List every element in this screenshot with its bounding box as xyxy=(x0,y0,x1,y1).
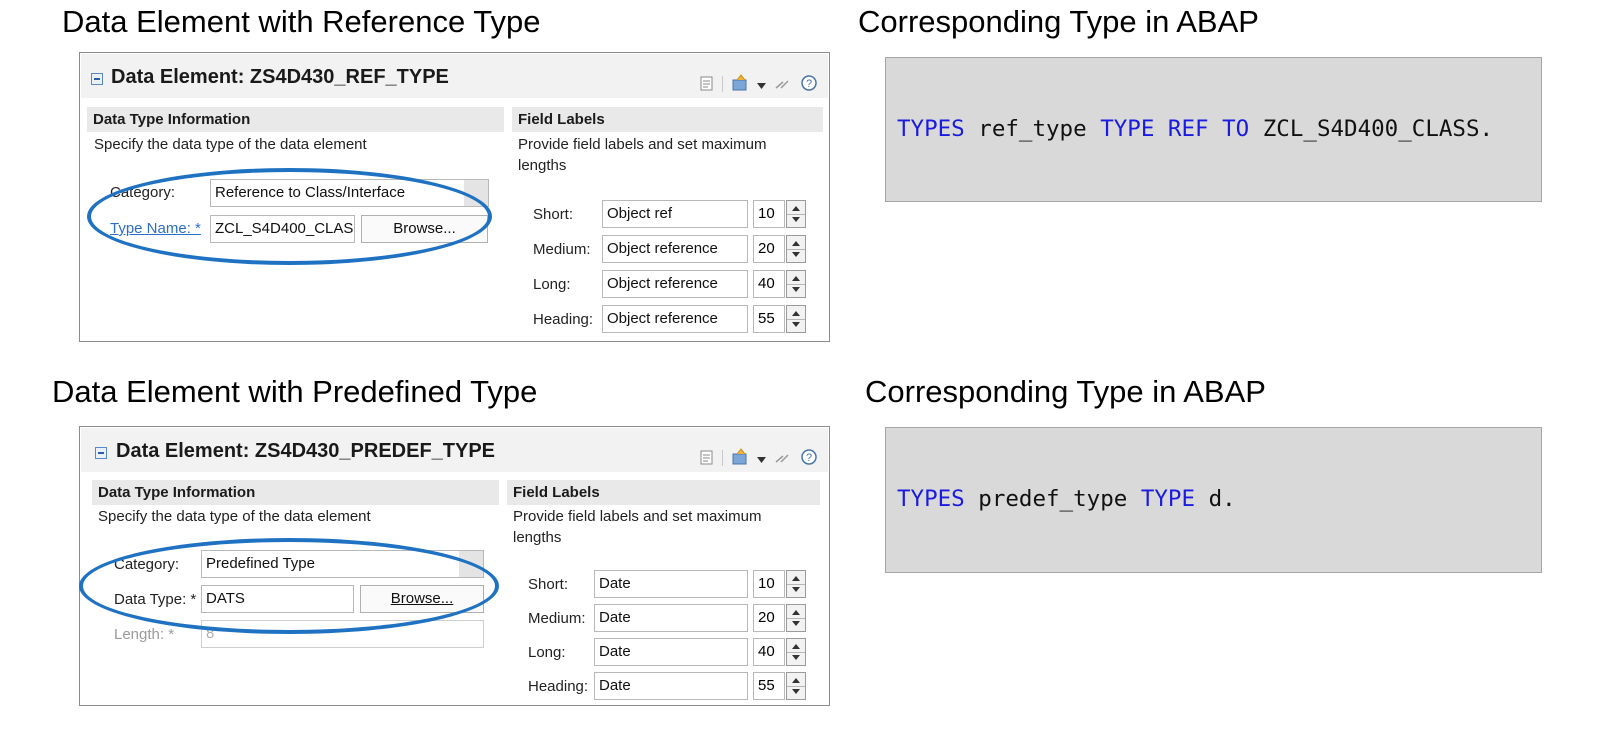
collapse-icon[interactable] xyxy=(91,73,103,85)
field-labels-header: Field Labels xyxy=(512,107,823,132)
long-input[interactable]: Date xyxy=(594,638,748,666)
chevron-down-icon[interactable] xyxy=(459,551,483,577)
heading-length-input[interactable]: 55 xyxy=(753,305,785,333)
long-input[interactable]: Object reference xyxy=(602,270,748,298)
code-keyword: TYPE xyxy=(1140,486,1196,512)
short-input[interactable]: Object ref xyxy=(602,200,748,228)
share-icon[interactable] xyxy=(731,74,751,95)
link-icon[interactable] xyxy=(775,76,791,93)
short-label: Short: xyxy=(528,576,569,593)
length-label: Length: * xyxy=(114,626,175,643)
medium-length-input[interactable]: 20 xyxy=(753,235,785,263)
data-type-info-header: Data Type Information xyxy=(87,107,504,132)
category-select[interactable]: Reference to Class/Interface xyxy=(210,179,489,207)
predef-data-element-editor: Data Element: ZS4D430_PREDEF_TYPE ? Data… xyxy=(79,426,830,706)
field-labels-description: Provide field labels and set maximum len… xyxy=(518,136,767,174)
predef-abap-heading: Corresponding Type in ABAP xyxy=(865,374,1266,409)
ref-abap-heading: Corresponding Type in ABAP xyxy=(858,4,1259,39)
data-type-input[interactable]: DATS xyxy=(201,585,354,613)
code-token: ref_type xyxy=(964,116,1101,142)
code-token: d. xyxy=(1195,486,1236,512)
category-label: Category: xyxy=(110,184,176,201)
short-length-input[interactable]: 10 xyxy=(753,200,785,228)
medium-label: Medium: xyxy=(533,241,591,258)
help-icon[interactable]: ? xyxy=(800,74,818,95)
code-keyword: TYPE REF TO xyxy=(1100,116,1250,142)
editor-header: Data Element: ZS4D430_REF_TYPE ? xyxy=(81,54,828,98)
medium-length-input[interactable]: 20 xyxy=(753,604,785,632)
length-input: 8 xyxy=(201,620,484,648)
code-token: predef_type xyxy=(964,486,1141,512)
heading-label: Heading: xyxy=(533,311,594,328)
browse-button[interactable]: Browse... xyxy=(360,585,484,613)
data-type-info-header: Data Type Information xyxy=(92,480,499,505)
predef-abap-code-box: TYPES predef_type TYPE d. xyxy=(885,427,1542,573)
medium-label: Medium: xyxy=(528,610,586,627)
short-length-spinner[interactable] xyxy=(786,570,806,598)
editor-title: Data Element: ZS4D430_REF_TYPE xyxy=(111,66,449,88)
medium-length-spinner[interactable] xyxy=(786,604,806,632)
format-icon[interactable] xyxy=(699,450,715,469)
dropdown-icon[interactable] xyxy=(757,78,767,93)
short-length-spinner[interactable] xyxy=(786,200,806,228)
ref-section-heading: Data Element with Reference Type xyxy=(62,4,541,39)
field-labels-header: Field Labels xyxy=(507,480,820,505)
browse-button[interactable]: Browse... xyxy=(361,215,488,243)
svg-text:?: ? xyxy=(806,78,812,90)
predef-abap-code: TYPES predef_type TYPE d. xyxy=(897,486,1236,512)
heading-input[interactable]: Date xyxy=(594,672,748,700)
editor-title: Data Element: ZS4D430_PREDEF_TYPE xyxy=(116,440,496,462)
code-token: ZCL_S4D400_CLASS. xyxy=(1249,116,1494,142)
short-input[interactable]: Date xyxy=(594,570,748,598)
collapse-icon[interactable] xyxy=(95,447,107,459)
long-label: Long: xyxy=(528,644,566,661)
help-icon[interactable]: ? xyxy=(800,448,818,469)
long-length-input[interactable]: 40 xyxy=(753,638,785,666)
medium-input[interactable]: Object reference xyxy=(602,235,748,263)
long-length-input[interactable]: 40 xyxy=(753,270,785,298)
heading-length-input[interactable]: 55 xyxy=(753,672,785,700)
data-type-description: Specify the data type of the data elemen… xyxy=(98,508,371,525)
data-type-description: Specify the data type of the data elemen… xyxy=(94,136,367,153)
category-select[interactable]: Predefined Type xyxy=(201,550,484,578)
heading-length-spinner[interactable] xyxy=(786,672,806,700)
type-name-link[interactable]: Type Name: * xyxy=(110,220,201,237)
data-type-label: Data Type: * xyxy=(114,591,197,608)
ref-data-element-editor: Data Element: ZS4D430_REF_TYPE ? Data Ty… xyxy=(79,52,830,342)
medium-input[interactable]: Date xyxy=(594,604,748,632)
dropdown-icon[interactable] xyxy=(757,452,767,467)
code-keyword: TYPES xyxy=(897,486,965,512)
long-length-spinner[interactable] xyxy=(786,270,806,298)
predef-section-heading: Data Element with Predefined Type xyxy=(52,374,538,409)
link-icon[interactable] xyxy=(775,450,791,467)
medium-length-spinner[interactable] xyxy=(786,235,806,263)
short-label: Short: xyxy=(533,206,574,223)
category-label: Category: xyxy=(114,556,180,573)
long-length-spinner[interactable] xyxy=(786,638,806,666)
editor-header: Data Element: ZS4D430_PREDEF_TYPE ? xyxy=(81,428,828,472)
ref-abap-code-box: TYPES ref_type TYPE REF TO ZCL_S4D400_CL… xyxy=(885,57,1542,202)
ref-abap-code: TYPES ref_type TYPE REF TO ZCL_S4D400_CL… xyxy=(897,116,1493,142)
short-length-input[interactable]: 10 xyxy=(753,570,785,598)
share-icon[interactable] xyxy=(731,448,751,469)
type-name-input[interactable]: ZCL_S4D400_CLASS xyxy=(210,215,355,243)
format-icon[interactable] xyxy=(699,76,715,95)
long-label: Long: xyxy=(533,276,571,293)
code-keyword: TYPES xyxy=(897,116,965,142)
heading-length-spinner[interactable] xyxy=(786,305,806,333)
chevron-down-icon[interactable] xyxy=(464,180,488,206)
heading-label: Heading: xyxy=(528,678,589,695)
field-labels-description: Provide field labels and set maximum len… xyxy=(513,508,762,546)
heading-input[interactable]: Object reference xyxy=(602,305,748,333)
svg-text:?: ? xyxy=(806,452,812,464)
